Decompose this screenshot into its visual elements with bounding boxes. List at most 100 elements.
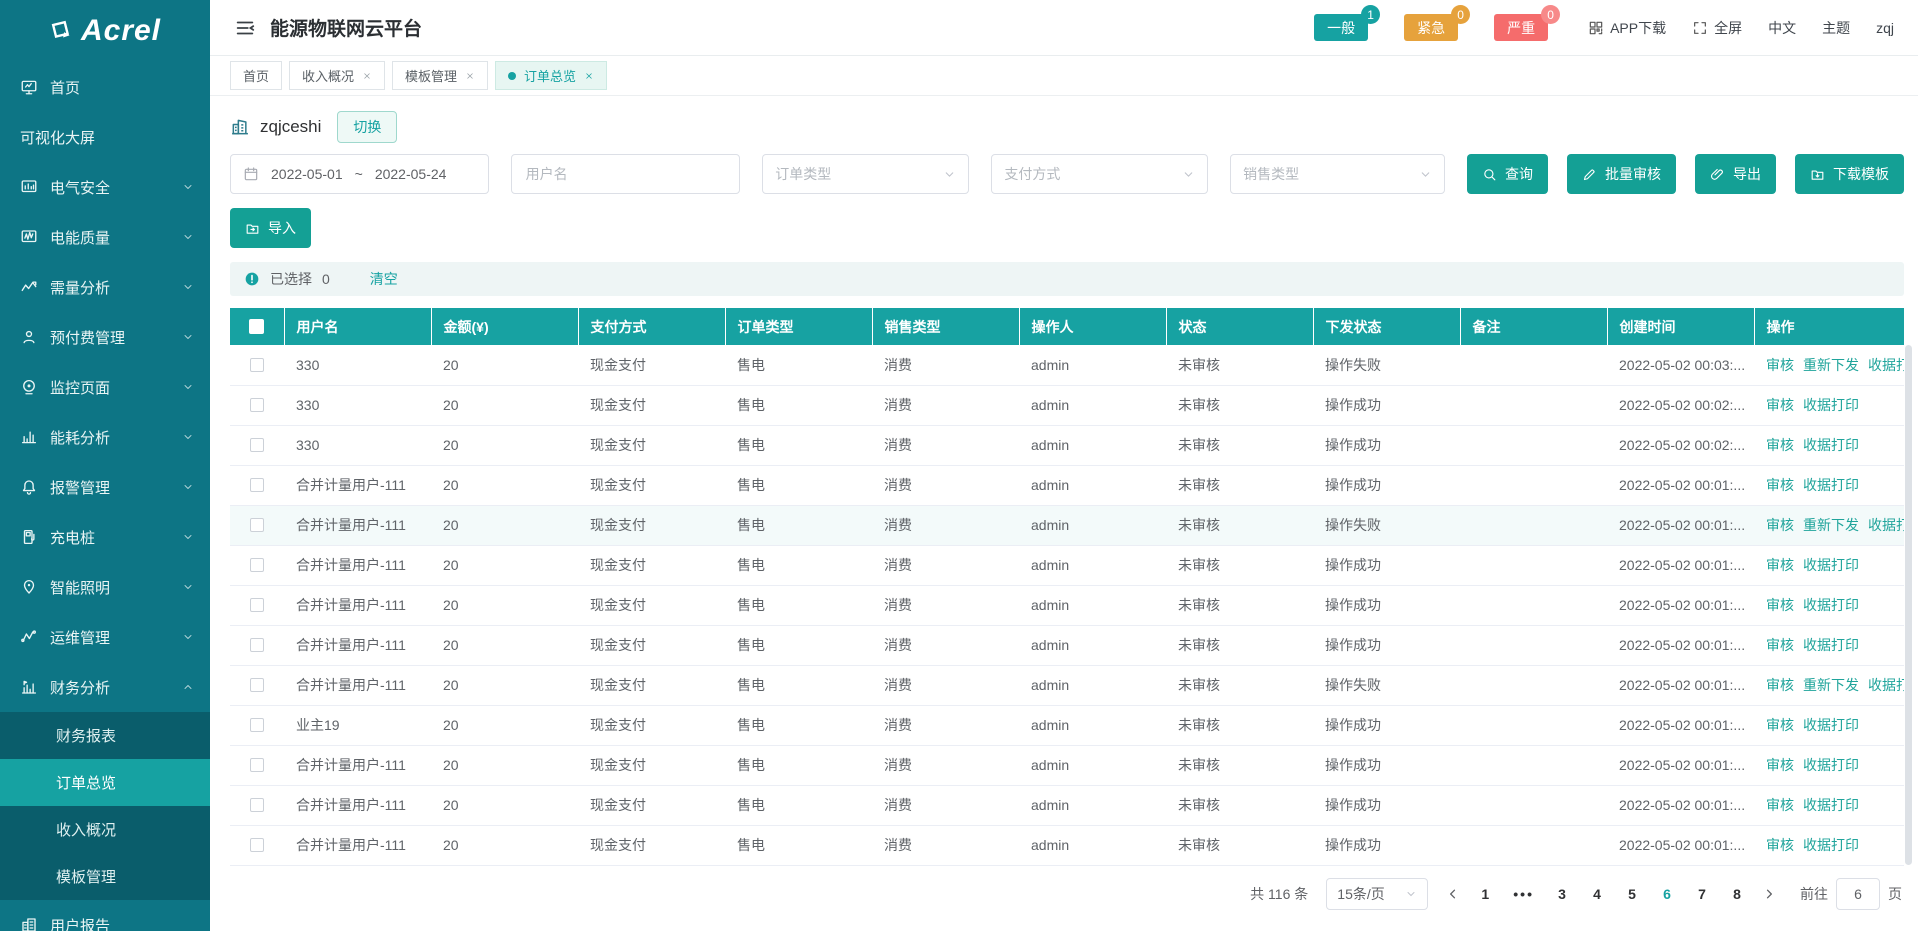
alarm-badge-一般[interactable]: 一般1	[1314, 14, 1368, 41]
action-link-收据打印[interactable]: 收据打印	[1803, 437, 1859, 453]
page-number-5[interactable]: 5	[1625, 886, 1639, 902]
collapse-menu-icon[interactable]	[234, 17, 256, 39]
select-all-checkbox[interactable]	[249, 319, 264, 334]
action-link-审核[interactable]: 审核	[1766, 517, 1794, 533]
top-link-中文[interactable]: 中文	[1768, 18, 1796, 38]
row-checkbox[interactable]	[250, 478, 264, 492]
top-link-APP下载[interactable]: APP下载	[1588, 18, 1666, 38]
action-link-重新下发[interactable]: 重新下发	[1803, 517, 1859, 533]
action-link-收据打印[interactable]: 收据打印	[1803, 637, 1859, 653]
action-link-审核[interactable]: 审核	[1766, 437, 1794, 453]
action-link-审核[interactable]: 审核	[1766, 757, 1794, 773]
action-link-审核[interactable]: 审核	[1766, 397, 1794, 413]
tab-首页[interactable]: 首页	[230, 61, 282, 90]
导出-button[interactable]: 导出	[1695, 154, 1776, 194]
scrollbar-thumb[interactable]	[1905, 345, 1912, 865]
action-link-收据打印[interactable]: 收据打印	[1803, 397, 1859, 413]
sidebar-item-预付费管理[interactable]: 预付费管理	[0, 312, 210, 362]
action-link-收据打印[interactable]: 收据打印	[1868, 517, 1904, 533]
sidebar-item-首页[interactable]: 首页	[0, 62, 210, 112]
row-checkbox[interactable]	[250, 518, 264, 532]
clear-selection-link[interactable]: 清空	[370, 269, 398, 289]
sidebar-subitem-收入概况[interactable]: 收入概况	[0, 806, 210, 853]
top-link-全屏[interactable]: 全屏	[1692, 18, 1742, 38]
sidebar-item-可视化大屏[interactable]: 可视化大屏	[0, 112, 210, 162]
top-link-主题[interactable]: 主题	[1822, 18, 1850, 38]
action-link-审核[interactable]: 审核	[1766, 797, 1794, 813]
next-page-icon[interactable]	[1762, 887, 1776, 901]
sale-type-select[interactable]: 销售类型	[1230, 154, 1445, 194]
page-size-select[interactable]: 15条/页	[1326, 878, 1428, 910]
tab-close-icon[interactable]	[362, 71, 372, 81]
page-number-8[interactable]: 8	[1730, 886, 1744, 902]
order-type-select[interactable]: 订单类型	[762, 154, 969, 194]
tab-模板管理[interactable]: 模板管理	[392, 61, 488, 90]
row-checkbox[interactable]	[250, 438, 264, 452]
批量审核-button[interactable]: 批量审核	[1567, 154, 1676, 194]
row-checkbox[interactable]	[250, 558, 264, 572]
alarm-badge-紧急[interactable]: 紧急0	[1404, 14, 1458, 41]
查询-button[interactable]: 查询	[1467, 154, 1548, 194]
sidebar-item-运维管理[interactable]: 运维管理	[0, 612, 210, 662]
sidebar-item-能耗分析[interactable]: 能耗分析	[0, 412, 210, 462]
sidebar-item-充电桩[interactable]: 充电桩	[0, 512, 210, 562]
action-link-收据打印[interactable]: 收据打印	[1868, 677, 1904, 693]
action-link-审核[interactable]: 审核	[1766, 597, 1794, 613]
switch-company-button[interactable]: 切换	[337, 111, 397, 143]
table-scrollbar[interactable]	[1905, 345, 1912, 865]
row-checkbox[interactable]	[250, 398, 264, 412]
action-link-收据打印[interactable]: 收据打印	[1803, 557, 1859, 573]
sidebar-item-电能质量[interactable]: 电能质量	[0, 212, 210, 262]
page-number-7[interactable]: 7	[1695, 886, 1709, 902]
sidebar-item-报警管理[interactable]: 报警管理	[0, 462, 210, 512]
action-link-审核[interactable]: 审核	[1766, 477, 1794, 493]
top-link-zqj[interactable]: zqj	[1876, 20, 1894, 36]
username-input[interactable]	[511, 154, 741, 194]
下载模板-button[interactable]: 下载模板	[1795, 154, 1904, 194]
action-link-收据打印[interactable]: 收据打印	[1803, 597, 1859, 613]
action-link-收据打印[interactable]: 收据打印	[1803, 757, 1859, 773]
row-checkbox[interactable]	[250, 838, 264, 852]
row-checkbox[interactable]	[250, 758, 264, 772]
sidebar-item-电气安全[interactable]: 电气安全	[0, 162, 210, 212]
sidebar-item-财务分析[interactable]: 财务分析	[0, 662, 210, 712]
action-link-审核[interactable]: 审核	[1766, 837, 1794, 853]
tab-收入概况[interactable]: 收入概况	[289, 61, 385, 90]
action-link-收据打印[interactable]: 收据打印	[1803, 477, 1859, 493]
sidebar-item-监控页面[interactable]: 监控页面	[0, 362, 210, 412]
action-link-重新下发[interactable]: 重新下发	[1803, 677, 1859, 693]
sidebar-subitem-订单总览[interactable]: 订单总览	[0, 759, 210, 806]
import-button[interactable]: 导入	[230, 208, 311, 248]
date-range-picker[interactable]: 2022-05-01 ~ 2022-05-24	[230, 154, 489, 194]
action-link-审核[interactable]: 审核	[1766, 677, 1794, 693]
goto-page-input[interactable]	[1836, 878, 1880, 910]
row-checkbox[interactable]	[250, 358, 264, 372]
action-link-重新下发[interactable]: 重新下发	[1803, 357, 1859, 373]
sidebar-item-需量分析[interactable]: 需量分析	[0, 262, 210, 312]
sidebar-item-智能照明[interactable]: 智能照明	[0, 562, 210, 612]
page-number-4[interactable]: 4	[1590, 886, 1604, 902]
tab-close-icon[interactable]	[465, 71, 475, 81]
sidebar-subitem-财务报表[interactable]: 财务报表	[0, 712, 210, 759]
action-link-收据打印[interactable]: 收据打印	[1803, 797, 1859, 813]
action-link-审核[interactable]: 审核	[1766, 637, 1794, 653]
pay-method-select[interactable]: 支付方式	[991, 154, 1208, 194]
sidebar-item-用户报告[interactable]: 用户报告	[0, 900, 210, 931]
row-checkbox[interactable]	[250, 718, 264, 732]
action-link-收据打印[interactable]: 收据打印	[1803, 717, 1859, 733]
tab-订单总览[interactable]: 订单总览	[495, 61, 607, 90]
action-link-审核[interactable]: 审核	[1766, 717, 1794, 733]
row-checkbox[interactable]	[250, 598, 264, 612]
tab-close-icon[interactable]	[584, 71, 594, 81]
row-checkbox[interactable]	[250, 798, 264, 812]
sidebar-subitem-模板管理[interactable]: 模板管理	[0, 853, 210, 900]
action-link-审核[interactable]: 审核	[1766, 357, 1794, 373]
action-link-审核[interactable]: 审核	[1766, 557, 1794, 573]
alarm-badge-严重[interactable]: 严重0	[1494, 14, 1548, 41]
page-number-3[interactable]: 3	[1555, 886, 1569, 902]
page-number-6[interactable]: 6	[1660, 886, 1674, 902]
action-link-收据打印[interactable]: 收据打印	[1803, 837, 1859, 853]
row-checkbox[interactable]	[250, 638, 264, 652]
prev-page-icon[interactable]	[1446, 887, 1460, 901]
row-checkbox[interactable]	[250, 678, 264, 692]
